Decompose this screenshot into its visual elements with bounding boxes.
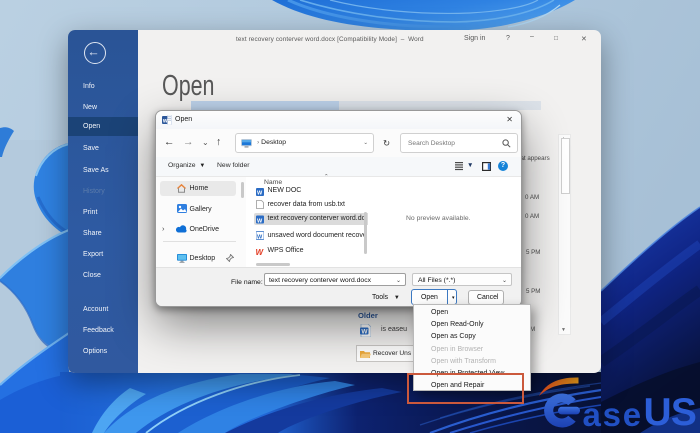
svg-text:w: w [162,119,168,125]
svg-text:W: W [257,235,263,241]
svg-text:ase: ase [583,396,643,433]
svg-text:W: W [257,218,263,224]
svg-text:W: W [257,190,263,195]
svg-text:W: W [256,248,264,256]
svg-text:US: US [644,391,697,433]
svg-text:W: W [361,328,368,335]
